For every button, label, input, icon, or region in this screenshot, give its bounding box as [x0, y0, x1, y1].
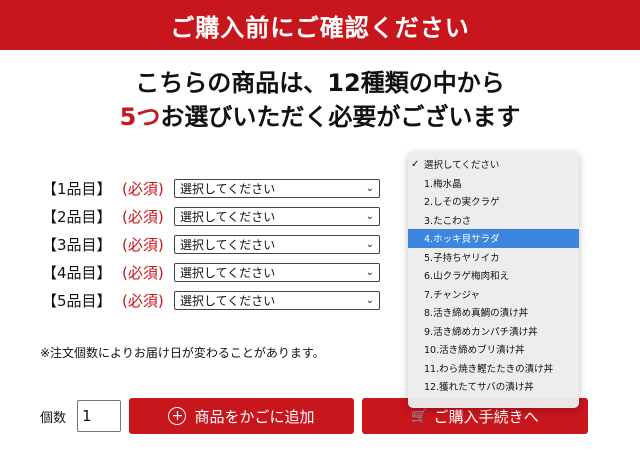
- dropdown-option[interactable]: 2.しその実クラゲ: [408, 192, 579, 211]
- option-label: 2.しその実クラゲ: [424, 197, 500, 209]
- option-label: 8.活き締め真鯛の漬け丼: [424, 308, 529, 320]
- confirmation-banner: ご購入前にご確認ください: [0, 0, 640, 50]
- option-label: 9.活き締めカンパチ漬け丼: [424, 326, 538, 338]
- add-to-cart-button[interactable]: + 商品をかごに追加: [129, 398, 354, 434]
- option-label: 10.活き締めブリ漬け丼: [424, 345, 525, 357]
- option-label: 12.獲れたてサバの漬け丼: [424, 382, 534, 394]
- instruction-line-1: こちらの商品は、12種類の中から: [135, 69, 505, 97]
- chevron-down-icon: ⌄: [365, 182, 374, 194]
- proceed-label: ご購入手続きへ: [433, 407, 539, 426]
- option-label: 7.チャンジャ: [424, 289, 480, 301]
- banner-text: ご購入前にご確認ください: [170, 13, 470, 42]
- delivery-note: ※注文個数によりお届け日が変わることがあります。: [40, 346, 325, 360]
- item-row-4: 【4品目】 (必須) 選択してください ⌄: [42, 258, 380, 286]
- dropdown-option[interactable]: 8.活き締め真鯛の漬け丼: [408, 303, 579, 322]
- item-row-5: 【5品目】 (必須) 選択してください ⌄: [42, 286, 380, 314]
- select-value: 選択してください: [180, 293, 276, 308]
- required-mark: (必須): [122, 207, 164, 226]
- select-value: 選択してください: [180, 265, 276, 280]
- required-mark: (必須): [122, 179, 164, 198]
- dropdown-option[interactable]: 12.獲れたてサバの漬け丼: [408, 377, 579, 396]
- dropdown-option[interactable]: 7.チャンジャ: [408, 285, 579, 304]
- dropdown-option[interactable]: 3.たこわさ: [408, 211, 579, 230]
- instruction-rest: お選びいただく必要がございます: [160, 103, 521, 131]
- item-row-3: 【3品目】 (必須) 選択してください ⌄: [42, 230, 380, 258]
- select-value: 選択してください: [180, 209, 276, 224]
- quantity-input[interactable]: 1: [77, 400, 121, 432]
- option-label: 4.ホッキ貝サラダ: [424, 234, 500, 246]
- dropdown-option[interactable]: ✓ 選択してください: [408, 155, 579, 174]
- item-row-2: 【2品目】 (必須) 選択してください ⌄: [42, 202, 380, 230]
- add-to-cart-label: 商品をかごに追加: [194, 407, 315, 426]
- item-dropdown-menu: ✓ 選択してください 1.梅水晶 2.しその実クラゲ 3.たこわさ 4.ホッキ貝サ…: [408, 152, 579, 408]
- quantity-label: 個数: [40, 411, 67, 426]
- selection-instruction: こちらの商品は、12種類の中から 5つお選びいただく必要がございます: [0, 66, 640, 134]
- plus-circle-icon: +: [168, 407, 187, 425]
- item-select-2[interactable]: 選択してください ⌄: [174, 206, 380, 226]
- item-label: 【1品目】: [42, 179, 112, 198]
- item-label: 【2品目】: [42, 207, 112, 226]
- select-value: 選択してください: [180, 237, 276, 252]
- select-value: 選択してください: [180, 181, 276, 196]
- instruction-line-2: 5つお選びいただく必要がございます: [0, 100, 640, 134]
- chevron-down-icon: ⌄: [365, 266, 374, 278]
- chevron-down-icon: ⌄: [365, 210, 374, 222]
- option-label: 11.わら焼き鰹たたきの漬け丼: [424, 363, 554, 375]
- dropdown-option[interactable]: 11.わら焼き鰹たたきの漬け丼: [408, 359, 579, 378]
- chevron-down-icon: ⌄: [365, 294, 374, 306]
- required-mark: (必須): [122, 263, 164, 282]
- item-selection-rows: 【1品目】 (必須) 選択してください ⌄ 【2品目】 (必須) 選択してくださ…: [42, 174, 380, 314]
- required-mark: (必須): [122, 291, 164, 310]
- option-label: 選択してください: [424, 160, 500, 172]
- option-label: 1.梅水晶: [424, 178, 462, 190]
- instruction-count: 5つ: [119, 103, 161, 131]
- option-label: 3.たこわさ: [424, 215, 472, 227]
- chevron-down-icon: ⌄: [365, 238, 374, 250]
- item-label: 【4品目】: [42, 263, 112, 282]
- item-select-5[interactable]: 選択してください ⌄: [174, 290, 380, 310]
- item-select-3[interactable]: 選択してください ⌄: [174, 234, 380, 254]
- cart-icon: 🛒: [411, 408, 428, 424]
- dropdown-option[interactable]: 10.活き締めブリ漬け丼: [408, 340, 579, 359]
- dropdown-option[interactable]: 5.子持ちヤリイカ: [408, 248, 579, 267]
- dropdown-option[interactable]: 1.梅水晶: [408, 174, 579, 193]
- checkmark-icon: ✓: [411, 158, 420, 170]
- dropdown-option[interactable]: 6.山クラゲ梅肉和え: [408, 266, 579, 285]
- option-label: 6.山クラゲ梅肉和え: [424, 271, 510, 283]
- required-mark: (必須): [122, 235, 164, 254]
- option-label: 5.子持ちヤリイカ: [424, 252, 500, 264]
- item-label: 【5品目】: [42, 291, 112, 310]
- item-label: 【3品目】: [42, 235, 112, 254]
- item-row-1: 【1品目】 (必須) 選択してください ⌄: [42, 174, 380, 202]
- dropdown-option[interactable]: 9.活き締めカンパチ漬け丼: [408, 322, 579, 341]
- dropdown-option-highlighted[interactable]: 4.ホッキ貝サラダ: [408, 229, 579, 248]
- item-select-1[interactable]: 選択してください ⌄: [174, 178, 380, 198]
- item-select-4[interactable]: 選択してください ⌄: [174, 262, 380, 282]
